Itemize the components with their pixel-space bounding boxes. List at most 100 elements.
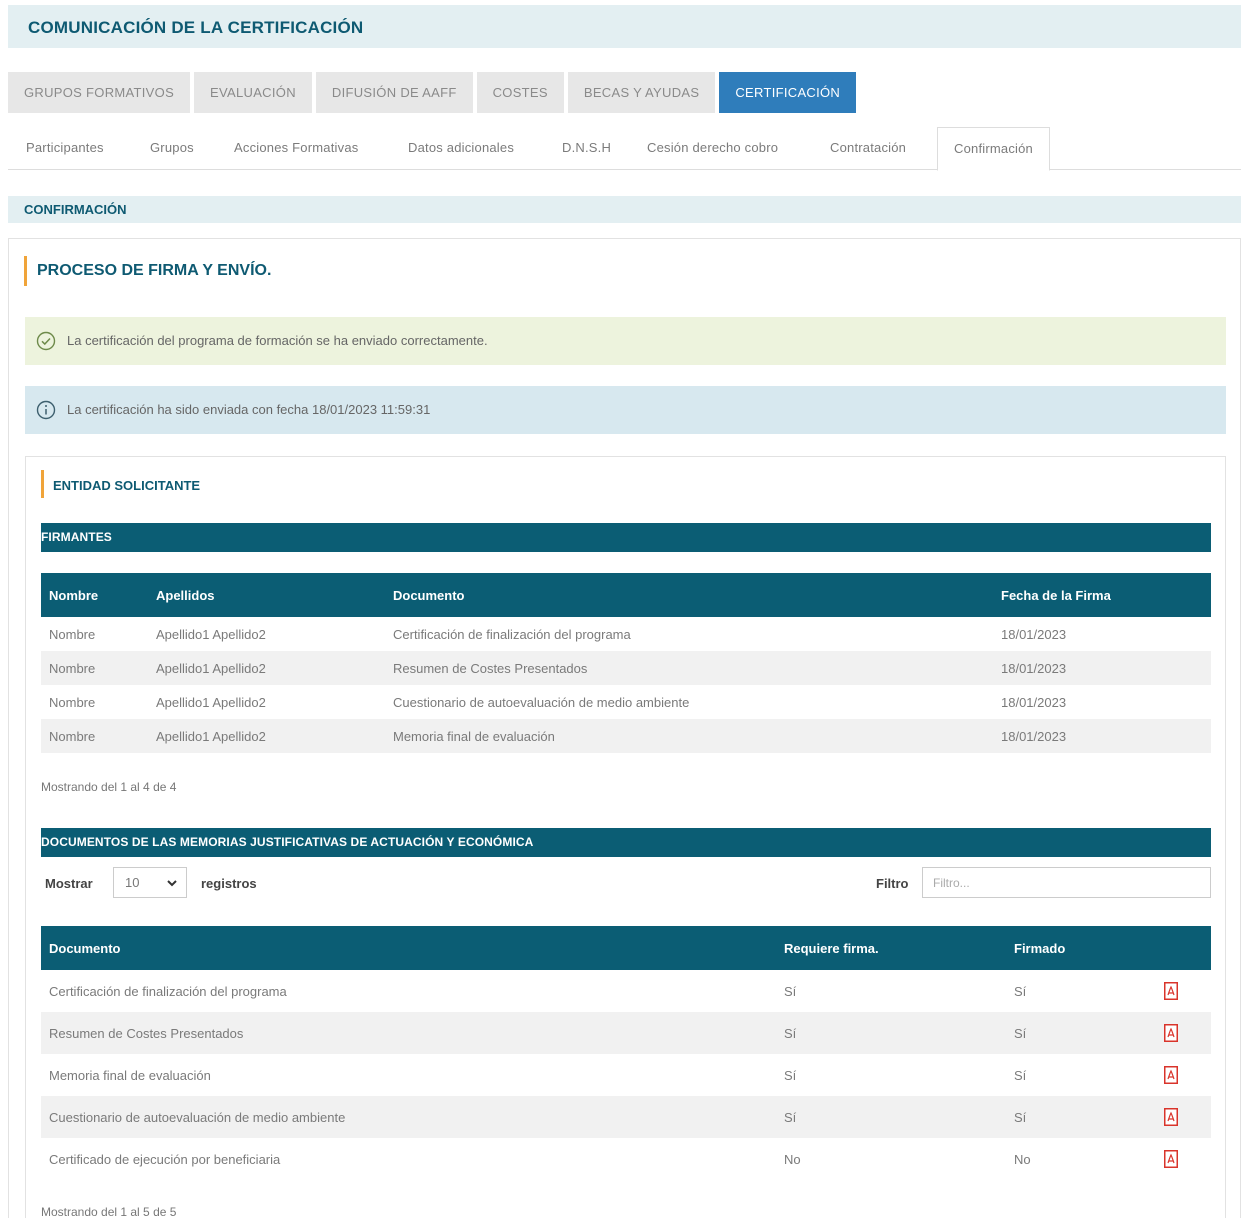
subtab-participantes[interactable]: Participantes <box>26 127 104 170</box>
filter-input[interactable] <box>922 867 1211 898</box>
tab-becas-ayudas[interactable]: BECAS Y AYUDAS <box>567 72 716 113</box>
cell-documento: Certificado de ejecución por beneficiari… <box>49 1151 281 1167</box>
cell-firmado: Sí <box>1014 1025 1027 1041</box>
cell-requiere-firma: Sí <box>784 1025 797 1041</box>
subtab-confirmacion[interactable]: Confirmación <box>937 127 1050 171</box>
pdf-icon[interactable] <box>1164 1024 1178 1042</box>
entity-heading-block: ENTIDAD SOLICITANTE <box>41 470 200 498</box>
cell-requiere-firma: Sí <box>784 983 797 999</box>
cell-action <box>1156 1012 1211 1054</box>
col-fecha-firma[interactable]: Fecha de la Firma <box>993 573 1211 617</box>
col-requiere-firma[interactable]: Requiere firma. <box>776 926 1006 970</box>
cell-nombre: Nombre <box>49 694 96 710</box>
cell-action <box>1156 970 1211 1012</box>
page-size-value: 10 <box>125 875 140 890</box>
records-label: registros <box>201 876 257 891</box>
col-firmado[interactable]: Firmado <box>1006 926 1156 970</box>
cell-requiere-firma: Sí <box>784 1109 797 1125</box>
cell-firmado: No <box>1014 1151 1031 1167</box>
col-documento[interactable]: Documento <box>385 573 993 617</box>
page-size-select[interactable]: 10 <box>113 867 187 898</box>
pdf-icon[interactable] <box>1164 982 1178 1000</box>
chevron-down-icon <box>167 880 177 887</box>
table-row: Cuestionario de autoevaluación de medio … <box>41 1096 1211 1138</box>
table-row: Nombre Apellido1 Apellido2 Resumen de Co… <box>41 651 1211 685</box>
cell-documento: Certificación de finalización del progra… <box>393 626 631 642</box>
success-message: La certificación del programa de formaci… <box>67 333 488 348</box>
cell-nombre: Nombre <box>49 626 96 642</box>
cell-fecha: 18/01/2023 <box>1001 626 1067 642</box>
col-actions <box>1156 926 1211 970</box>
cell-firmado: Sí <box>1014 983 1027 999</box>
col-apellidos[interactable]: Apellidos <box>148 573 385 617</box>
entity-section: ENTIDAD SOLICITANTE FIRMANTES Nombre Ape… <box>25 456 1226 1218</box>
cell-firmado: Sí <box>1014 1109 1027 1125</box>
cell-nombre: Nombre <box>49 728 96 744</box>
firmantes-pagination-info: Mostrando del 1 al 4 de 4 <box>41 780 177 794</box>
cell-apellidos: Apellido1 Apellido2 <box>156 728 266 744</box>
firmantes-table: Nombre Apellidos Documento Fecha de la F… <box>41 573 1211 753</box>
table-row: Certificación de finalización del progra… <box>41 970 1211 1012</box>
cell-nombre: Nombre <box>49 660 96 676</box>
main-tabs: GRUPOS FORMATIVOS EVALUACIÓN DIFUSIÓN DE… <box>8 72 857 113</box>
subtab-datos-adicionales[interactable]: Datos adicionales <box>408 127 514 170</box>
tab-evaluacion[interactable]: EVALUACIÓN <box>194 72 312 113</box>
process-heading-block: PROCESO DE FIRMA Y ENVÍO. <box>24 256 271 286</box>
cell-apellidos: Apellido1 Apellido2 <box>156 660 266 676</box>
subtab-cesion-derecho-cobro[interactable]: Cesión derecho cobro <box>647 127 778 170</box>
table-row: Nombre Apellido1 Apellido2 Memoria final… <box>41 719 1211 753</box>
documentos-header: DOCUMENTOS DE LAS MEMORIAS JUSTIFICATIVA… <box>41 828 1211 857</box>
cell-fecha: 18/01/2023 <box>1001 660 1067 676</box>
tab-difusion-aaff[interactable]: DIFUSIÓN DE AAFF <box>315 72 473 113</box>
pdf-icon[interactable] <box>1164 1066 1178 1084</box>
cell-documento: Certificación de finalización del progra… <box>49 983 287 999</box>
subtab-grupos[interactable]: Grupos <box>150 127 194 170</box>
cell-apellidos: Apellido1 Apellido2 <box>156 626 266 642</box>
cell-documento: Memoria final de evaluación <box>393 728 555 744</box>
page-title: COMUNICACIÓN DE LA CERTIFICACIÓN <box>28 18 364 37</box>
tab-certificacion[interactable]: CERTIFICACIÓN <box>719 72 857 113</box>
cell-documento: Cuestionario de autoevaluación de medio … <box>49 1109 346 1125</box>
page-title-bar: COMUNICACIÓN DE LA CERTIFICACIÓN <box>8 5 1241 48</box>
documentos-table: Documento Requiere firma. Firmado Certif… <box>41 926 1211 1180</box>
info-message: La certificación ha sido enviada con fec… <box>67 402 431 417</box>
table-row: Certificado de ejecución por beneficiari… <box>41 1138 1211 1180</box>
col-nombre[interactable]: Nombre <box>41 573 148 617</box>
col-documento[interactable]: Documento <box>41 926 776 970</box>
check-circle-icon <box>36 331 56 351</box>
cell-documento: Memoria final de evaluación <box>49 1067 211 1083</box>
cell-apellidos: Apellido1 Apellido2 <box>156 694 266 710</box>
filter-label: Filtro <box>876 876 909 891</box>
cell-fecha: 18/01/2023 <box>1001 728 1067 744</box>
entity-heading: ENTIDAD SOLICITANTE <box>53 478 201 493</box>
cell-requiere-firma: No <box>784 1151 801 1167</box>
table-row: Resumen de Costes Presentados Sí Sí <box>41 1012 1211 1054</box>
cell-fecha: 18/01/2023 <box>1001 694 1067 710</box>
section-header: CONFIRMACIÓN <box>8 196 1241 223</box>
subtab-dnsh[interactable]: D.N.S.H <box>562 127 611 170</box>
tab-costes[interactable]: COSTES <box>476 72 564 113</box>
subtab-contratacion[interactable]: Contratación <box>830 127 906 170</box>
cell-documento: Resumen de Costes Presentados <box>49 1025 244 1041</box>
table-controls: Mostrar 10 registros Filtro <box>41 867 1211 899</box>
process-heading: PROCESO DE FIRMA Y ENVÍO. <box>37 262 272 279</box>
cell-documento: Resumen de Costes Presentados <box>393 660 588 676</box>
pdf-icon[interactable] <box>1164 1150 1178 1168</box>
sub-tabs: Participantes Grupos Acciones Formativas… <box>8 127 1241 171</box>
section-title: CONFIRMACIÓN <box>24 202 127 217</box>
pdf-icon[interactable] <box>1164 1108 1178 1126</box>
cell-documento: Cuestionario de autoevaluación de medio … <box>393 694 690 710</box>
table-row: Memoria final de evaluación Sí Sí <box>41 1054 1211 1096</box>
table-row: Nombre Apellido1 Apellido2 Certificación… <box>41 617 1211 651</box>
cell-action <box>1156 1138 1211 1180</box>
firmantes-header-row: Nombre Apellidos Documento Fecha de la F… <box>41 573 1211 617</box>
show-label: Mostrar <box>45 876 93 891</box>
firmantes-header: FIRMANTES <box>41 523 1211 552</box>
confirmation-panel: PROCESO DE FIRMA Y ENVÍO. La certificaci… <box>8 238 1241 1218</box>
cell-action <box>1156 1054 1211 1096</box>
info-circle-icon <box>36 400 56 420</box>
subtab-acciones-formativas[interactable]: Acciones Formativas <box>234 127 358 170</box>
tab-grupos-formativos[interactable]: GRUPOS FORMATIVOS <box>8 72 191 113</box>
cell-firmado: Sí <box>1014 1067 1027 1083</box>
info-alert: La certificación ha sido enviada con fec… <box>25 386 1226 434</box>
